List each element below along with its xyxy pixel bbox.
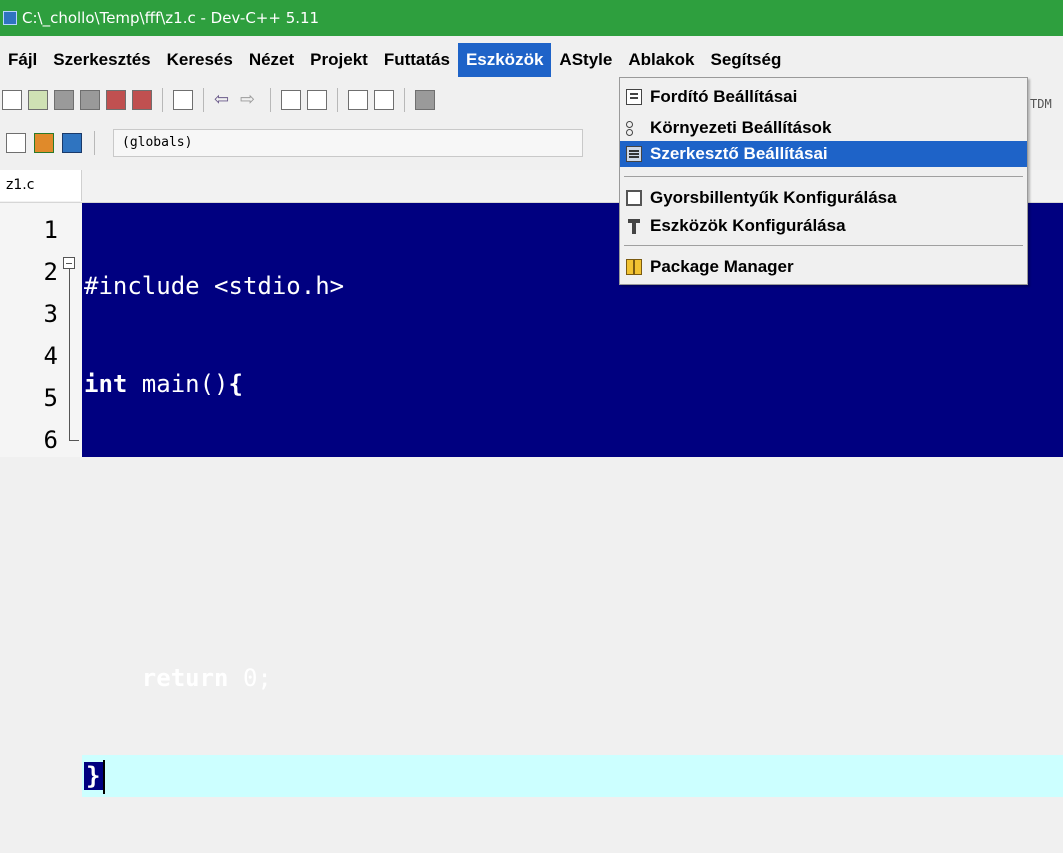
menu-item-compiler-options[interactable]: Fordító Beállításai xyxy=(620,84,1027,110)
fold-guide xyxy=(69,269,70,441)
toolbar-separator xyxy=(203,88,204,112)
close-file-icon[interactable] xyxy=(106,90,126,110)
menu-astyle[interactable]: AStyle xyxy=(551,43,620,77)
menu-execute[interactable]: Futtatás xyxy=(376,43,458,77)
fold-toggle-icon[interactable] xyxy=(63,257,75,269)
shortcuts-icon xyxy=(626,190,642,206)
package-icon xyxy=(626,259,642,275)
menu-tools[interactable]: Eszközök xyxy=(457,43,552,77)
code-line: return 0; xyxy=(82,657,1063,699)
line-number: 4 xyxy=(43,342,58,370)
brace: } xyxy=(84,762,104,790)
class-browser-icon[interactable] xyxy=(6,133,26,153)
menu-file[interactable]: Fájl xyxy=(0,43,45,77)
compiler-options-icon xyxy=(626,89,642,105)
indent-icon[interactable] xyxy=(415,90,435,110)
menu-item-package-manager[interactable]: Package Manager xyxy=(620,254,1027,280)
open-file-icon[interactable] xyxy=(28,90,48,110)
menu-bar: Fájl Szerkesztés Keresés Nézet Projekt F… xyxy=(0,43,1063,77)
goto-line-icon[interactable] xyxy=(348,90,368,110)
menu-item-label: Package Manager xyxy=(650,257,794,276)
toolbar-separator xyxy=(270,88,271,112)
line-number: 3 xyxy=(43,300,58,328)
scope-combo[interactable]: (globals) xyxy=(113,129,583,157)
window-title: C:\_chollo\Temp\fff\z1.c - Dev-C++ 5.11 xyxy=(22,9,320,27)
code-lines: #include <stdio.h> int main(){ return 0;… xyxy=(82,209,1063,853)
save-icon[interactable] xyxy=(54,90,74,110)
toggle-icon[interactable] xyxy=(62,133,82,153)
code-text: main() xyxy=(127,370,229,398)
line-number: 6 xyxy=(43,426,58,454)
line-number: 5 xyxy=(43,384,58,412)
menu-item-label: Eszközök Konfigurálása xyxy=(650,216,846,235)
close-all-icon[interactable] xyxy=(132,90,152,110)
insert-icon[interactable] xyxy=(34,133,54,153)
environment-options-icon xyxy=(626,120,642,136)
menu-separator xyxy=(624,245,1023,246)
redo-icon[interactable]: ⇨ xyxy=(240,90,260,110)
current-line: } xyxy=(82,755,1063,797)
keyword: return xyxy=(141,664,229,692)
toolbar-separator xyxy=(404,88,405,112)
code-text: #include <stdio.h> xyxy=(84,272,345,300)
toolbar-separator xyxy=(162,88,163,112)
menu-item-configure-tools[interactable]: Eszközök Konfigurálása xyxy=(620,213,1027,239)
menu-item-label: Szerkesztő Beállításai xyxy=(650,144,828,163)
menu-search[interactable]: Keresés xyxy=(159,43,241,77)
line-number: 1 xyxy=(43,216,58,244)
menu-item-configure-shortcuts[interactable]: Gyorsbillentyűk Konfigurálása xyxy=(620,185,1027,211)
toolbar-separator xyxy=(94,131,95,155)
menu-window[interactable]: Ablakok xyxy=(620,43,702,77)
tools-menu-dropdown: Fordító Beállításai Környezeti Beállítás… xyxy=(619,77,1028,285)
tab-z1-c[interactable]: z1.c xyxy=(0,170,82,201)
menu-help[interactable]: Segítség xyxy=(702,43,789,77)
new-file-icon[interactable] xyxy=(2,90,22,110)
code-text: 0; xyxy=(228,664,272,692)
replace-icon[interactable] xyxy=(307,90,327,110)
menu-edit[interactable]: Szerkesztés xyxy=(45,43,158,77)
menu-project[interactable]: Projekt xyxy=(302,43,376,77)
menu-separator xyxy=(624,176,1023,177)
text-caret xyxy=(103,760,106,794)
menu-item-label: Környezeti Beállítások xyxy=(650,118,832,137)
menu-item-environment-options[interactable]: Környezeti Beállítások xyxy=(620,115,1027,141)
menu-item-label: Fordító Beállításai xyxy=(650,87,798,106)
toolbar-separator xyxy=(337,88,338,112)
code-line: int main(){ xyxy=(82,363,1063,405)
title-bar: C:\_chollo\Temp\fff\z1.c - Dev-C++ 5.11 xyxy=(0,0,1063,36)
line-number: 2 xyxy=(43,258,58,286)
tools-icon xyxy=(626,218,642,234)
find-icon[interactable] xyxy=(281,90,301,110)
menu-item-editor-options[interactable]: Szerkesztő Beállításai xyxy=(620,141,1027,167)
app-icon xyxy=(3,11,17,25)
toggle-bookmark-icon[interactable] xyxy=(374,90,394,110)
print-icon[interactable] xyxy=(173,90,193,110)
compiler-combo-truncated[interactable]: TDM xyxy=(1030,97,1052,111)
undo-icon[interactable]: ⇦ xyxy=(214,90,234,110)
brace: { xyxy=(228,370,243,398)
keyword: int xyxy=(84,370,128,398)
save-all-icon[interactable] xyxy=(80,90,100,110)
line-numbers: 1 2 3 4 5 6 xyxy=(0,209,60,461)
menu-item-label: Gyorsbillentyűk Konfigurálása xyxy=(650,188,897,207)
fold-guide-end xyxy=(69,440,79,441)
menu-view[interactable]: Nézet xyxy=(241,43,302,77)
editor-options-icon xyxy=(626,146,642,162)
